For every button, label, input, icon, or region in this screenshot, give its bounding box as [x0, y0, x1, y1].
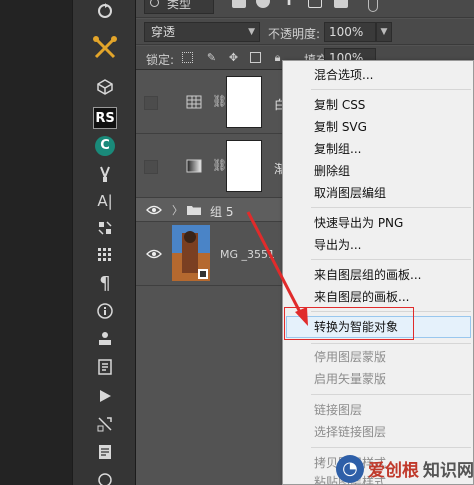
menu-separator — [311, 343, 471, 344]
layer-mask-thumbnail[interactable] — [226, 76, 262, 128]
adjustment-filter-icon[interactable] — [256, 0, 270, 8]
gradient-adjustment-icon — [186, 159, 202, 173]
pixel-filter-icon[interactable] — [232, 0, 246, 8]
type-filter-icon[interactable]: T — [282, 0, 296, 8]
link-chain-icon: ⛓ — [212, 158, 228, 172]
menu-item-copy-css[interactable]: 复制 CSS — [283, 94, 473, 116]
properties-icon[interactable] — [93, 356, 117, 378]
menu-item-artboard-from-layers[interactable]: 来自图层的画板... — [283, 286, 473, 308]
opacity-input[interactable]: 100% — [324, 22, 376, 42]
clone-source-icon[interactable] — [93, 328, 117, 350]
menu-item-quick-export-png[interactable]: 快速导出为 PNG — [283, 212, 473, 234]
brushes-tools-icon[interactable] — [91, 34, 119, 62]
menu-item-artboard-from-group[interactable]: 来自图层组的画板... — [283, 264, 473, 286]
folder-icon — [187, 206, 201, 215]
layer-name[interactable]: 组 5 — [210, 203, 233, 220]
tools-toolbar: RS C A| ¶ — [72, 0, 136, 485]
highlight-box — [284, 307, 414, 340]
rs-plugin-icon[interactable]: RS — [93, 107, 117, 129]
chevron-down-icon: ▼ — [248, 27, 255, 37]
layer-filter-bar: 类型 T — [136, 0, 474, 18]
kind-filter-label: 类型 — [167, 0, 192, 11]
menu-item-enable-vector-mask[interactable]: 启用矢量蒙版 — [283, 368, 473, 390]
3d-cube-icon[interactable] — [93, 76, 117, 98]
menu-separator — [311, 394, 471, 395]
glyphs-icon[interactable] — [93, 217, 117, 239]
lock-pixels-icon[interactable]: ✎ — [206, 52, 217, 63]
filter-toggle[interactable] — [368, 0, 378, 12]
link-chain-icon: ⛓ — [212, 94, 228, 108]
layer-mask-thumbnail[interactable] — [226, 140, 262, 192]
visibility-toggle[interactable] — [144, 160, 158, 174]
paths-icon[interactable] — [93, 413, 117, 435]
search-icon — [150, 0, 159, 7]
menu-item-link-layers[interactable]: 链接图层 — [283, 399, 473, 421]
menu-item-duplicate-group[interactable]: 复制组... — [283, 138, 473, 160]
layer-context-menu: 混合选项... 复制 CSS 复制 SVG 复制组... 删除组 取消图层编组 … — [282, 60, 474, 485]
rotate-icon[interactable] — [93, 0, 117, 22]
menu-item-disable-layer-mask[interactable]: 停用图层蒙版 — [283, 346, 473, 368]
blend-mode-value: 穿透 — [151, 25, 176, 39]
photo-thumbnail[interactable] — [172, 225, 210, 281]
menu-item-export-as[interactable]: 导出为... — [283, 234, 473, 256]
blend-mode-select[interactable]: 穿透 ▼ — [144, 22, 260, 42]
menu-item-select-linked-layers[interactable]: 选择链接图层 — [283, 421, 473, 443]
watermark-logo: ◔ — [336, 454, 364, 483]
canvas-edge — [0, 0, 72, 485]
menu-separator — [311, 207, 471, 208]
lock-position-icon[interactable]: ✥ — [228, 52, 239, 63]
watermark-site: 知识网 — [423, 461, 474, 481]
menu-item-blending-options[interactable]: 混合选项... — [283, 64, 473, 86]
menu-separator — [311, 89, 471, 90]
visibility-toggle[interactable] — [144, 96, 158, 110]
eye-icon[interactable] — [146, 205, 162, 215]
menu-separator — [311, 447, 471, 448]
levels-adjustment-icon — [186, 95, 202, 109]
cloud-libraries-icon[interactable] — [93, 467, 117, 485]
notes-icon[interactable] — [93, 441, 117, 463]
swatches-grid-icon[interactable] — [93, 244, 117, 266]
lock-artboard-icon[interactable] — [250, 52, 261, 63]
brush-settings-icon[interactable] — [93, 163, 117, 185]
watermark: ◔ 爱创根 知识网 — [336, 452, 474, 485]
menu-item-copy-svg[interactable]: 复制 SVG — [283, 116, 473, 138]
play-actions-icon[interactable] — [93, 385, 117, 407]
blend-opacity-bar: 穿透 ▼ 不透明度: 100% ▼ — [136, 19, 474, 45]
lock-transparent-icon[interactable] — [182, 52, 193, 63]
chevron-right-icon[interactable]: 〉 — [172, 202, 183, 218]
lock-label: 锁定: — [146, 53, 175, 67]
smart-object-filter-icon[interactable] — [334, 0, 348, 8]
eye-icon[interactable] — [146, 249, 162, 259]
info-icon[interactable] — [93, 300, 117, 322]
watermark-brand: 爱创根 — [368, 461, 419, 481]
character-icon[interactable]: A| — [93, 190, 117, 212]
c-plugin-icon[interactable]: C — [93, 135, 117, 157]
menu-item-delete-group[interactable]: 删除组 — [283, 160, 473, 182]
paragraph-icon[interactable]: ¶ — [93, 272, 117, 294]
kind-filter-select[interactable]: 类型 — [144, 0, 214, 14]
layer-name[interactable]: MG _3551 — [220, 248, 275, 261]
menu-item-ungroup-layers[interactable]: 取消图层编组 — [283, 182, 473, 204]
opacity-slider-toggle[interactable]: ▼ — [376, 22, 392, 42]
opacity-label: 不透明度: — [268, 27, 321, 41]
shape-filter-icon[interactable] — [308, 0, 322, 8]
menu-separator — [311, 259, 471, 260]
